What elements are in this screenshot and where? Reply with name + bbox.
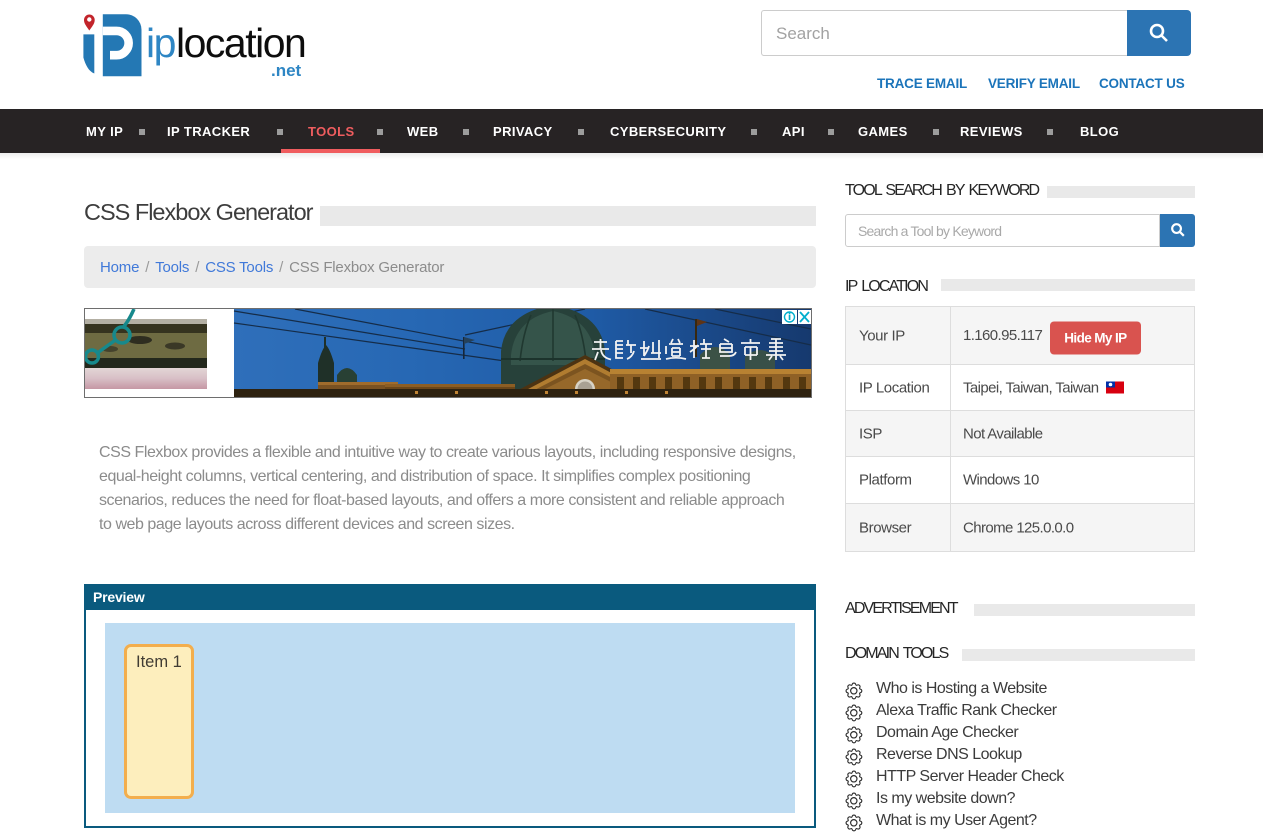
svg-text:.net: .net — [271, 61, 302, 80]
svg-text:ip: ip — [146, 20, 176, 66]
svg-text:location: location — [176, 20, 305, 66]
